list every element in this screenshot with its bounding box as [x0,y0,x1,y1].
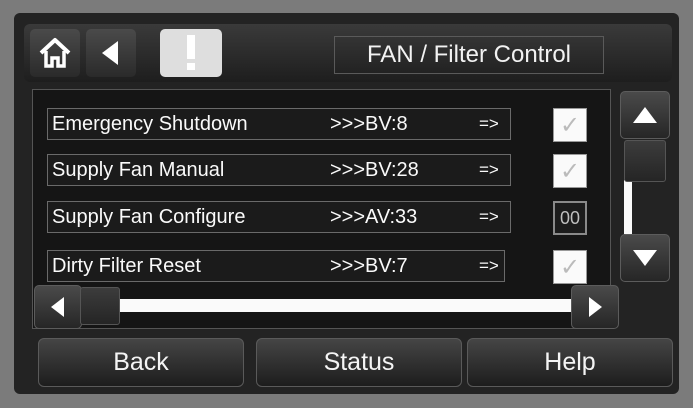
horizontal-scroll-thumb[interactable] [80,287,120,325]
dirty-filter-reset-checkbox[interactable]: ✓ [553,250,587,284]
list-item[interactable]: Dirty Filter Reset >>>BV:7 => [47,250,505,282]
point-reference: >>>BV:7 [330,255,408,277]
point-reference: >>>BV:8 [330,113,408,135]
arrow-indicator: => [479,256,499,275]
list-item[interactable]: Supply Fan Configure >>>AV:33 => [47,201,511,233]
supply-fan-manual-checkbox[interactable]: ✓ [553,154,587,188]
scroll-up-button[interactable] [620,91,670,139]
back-arrow-icon [102,41,118,65]
alert-icon [187,35,195,70]
checkmark-icon: ✓ [559,253,581,281]
point-label: Emergency Shutdown [52,113,248,135]
home-icon [39,38,71,68]
back-button[interactable]: Back [38,338,244,387]
back-nav-button[interactable] [86,29,136,77]
point-reference: >>>BV:28 [330,159,419,181]
point-reference: >>>AV:33 [330,206,418,228]
emergency-shutdown-checkbox[interactable]: ✓ [553,108,587,142]
point-label: Supply Fan Manual [52,159,225,181]
alert-button[interactable] [160,29,222,77]
arrow-down-icon [633,250,657,266]
checkmark-icon: ✓ [559,157,581,185]
arrow-indicator: => [479,114,499,133]
arrow-indicator: => [479,160,499,179]
status-button[interactable]: Status [256,338,462,387]
scroll-down-button[interactable] [620,234,670,282]
list-item[interactable]: Emergency Shutdown >>>BV:8 => [47,108,511,140]
scroll-left-button[interactable] [34,285,82,329]
list-item[interactable]: Supply Fan Manual >>>BV:28 => [47,154,511,186]
help-button[interactable]: Help [467,338,673,387]
vertical-scroll-track[interactable] [624,180,632,234]
point-label: Dirty Filter Reset [52,255,201,277]
arrow-indicator: => [479,207,499,226]
home-button[interactable] [30,29,80,77]
arrow-up-icon [633,107,657,123]
horizontal-scroll-track[interactable] [116,299,578,312]
arrow-right-icon [589,297,602,317]
point-label: Supply Fan Configure [52,206,246,228]
page-title: FAN / Filter Control [334,36,604,74]
header-bar: FAN / Filter Control [24,24,672,82]
arrow-left-icon [51,297,64,317]
scroll-right-button[interactable] [571,285,619,329]
supply-fan-configure-value[interactable]: 00 [553,201,587,235]
vertical-scroll-thumb[interactable] [624,140,666,182]
checkmark-icon: ✓ [559,111,581,139]
